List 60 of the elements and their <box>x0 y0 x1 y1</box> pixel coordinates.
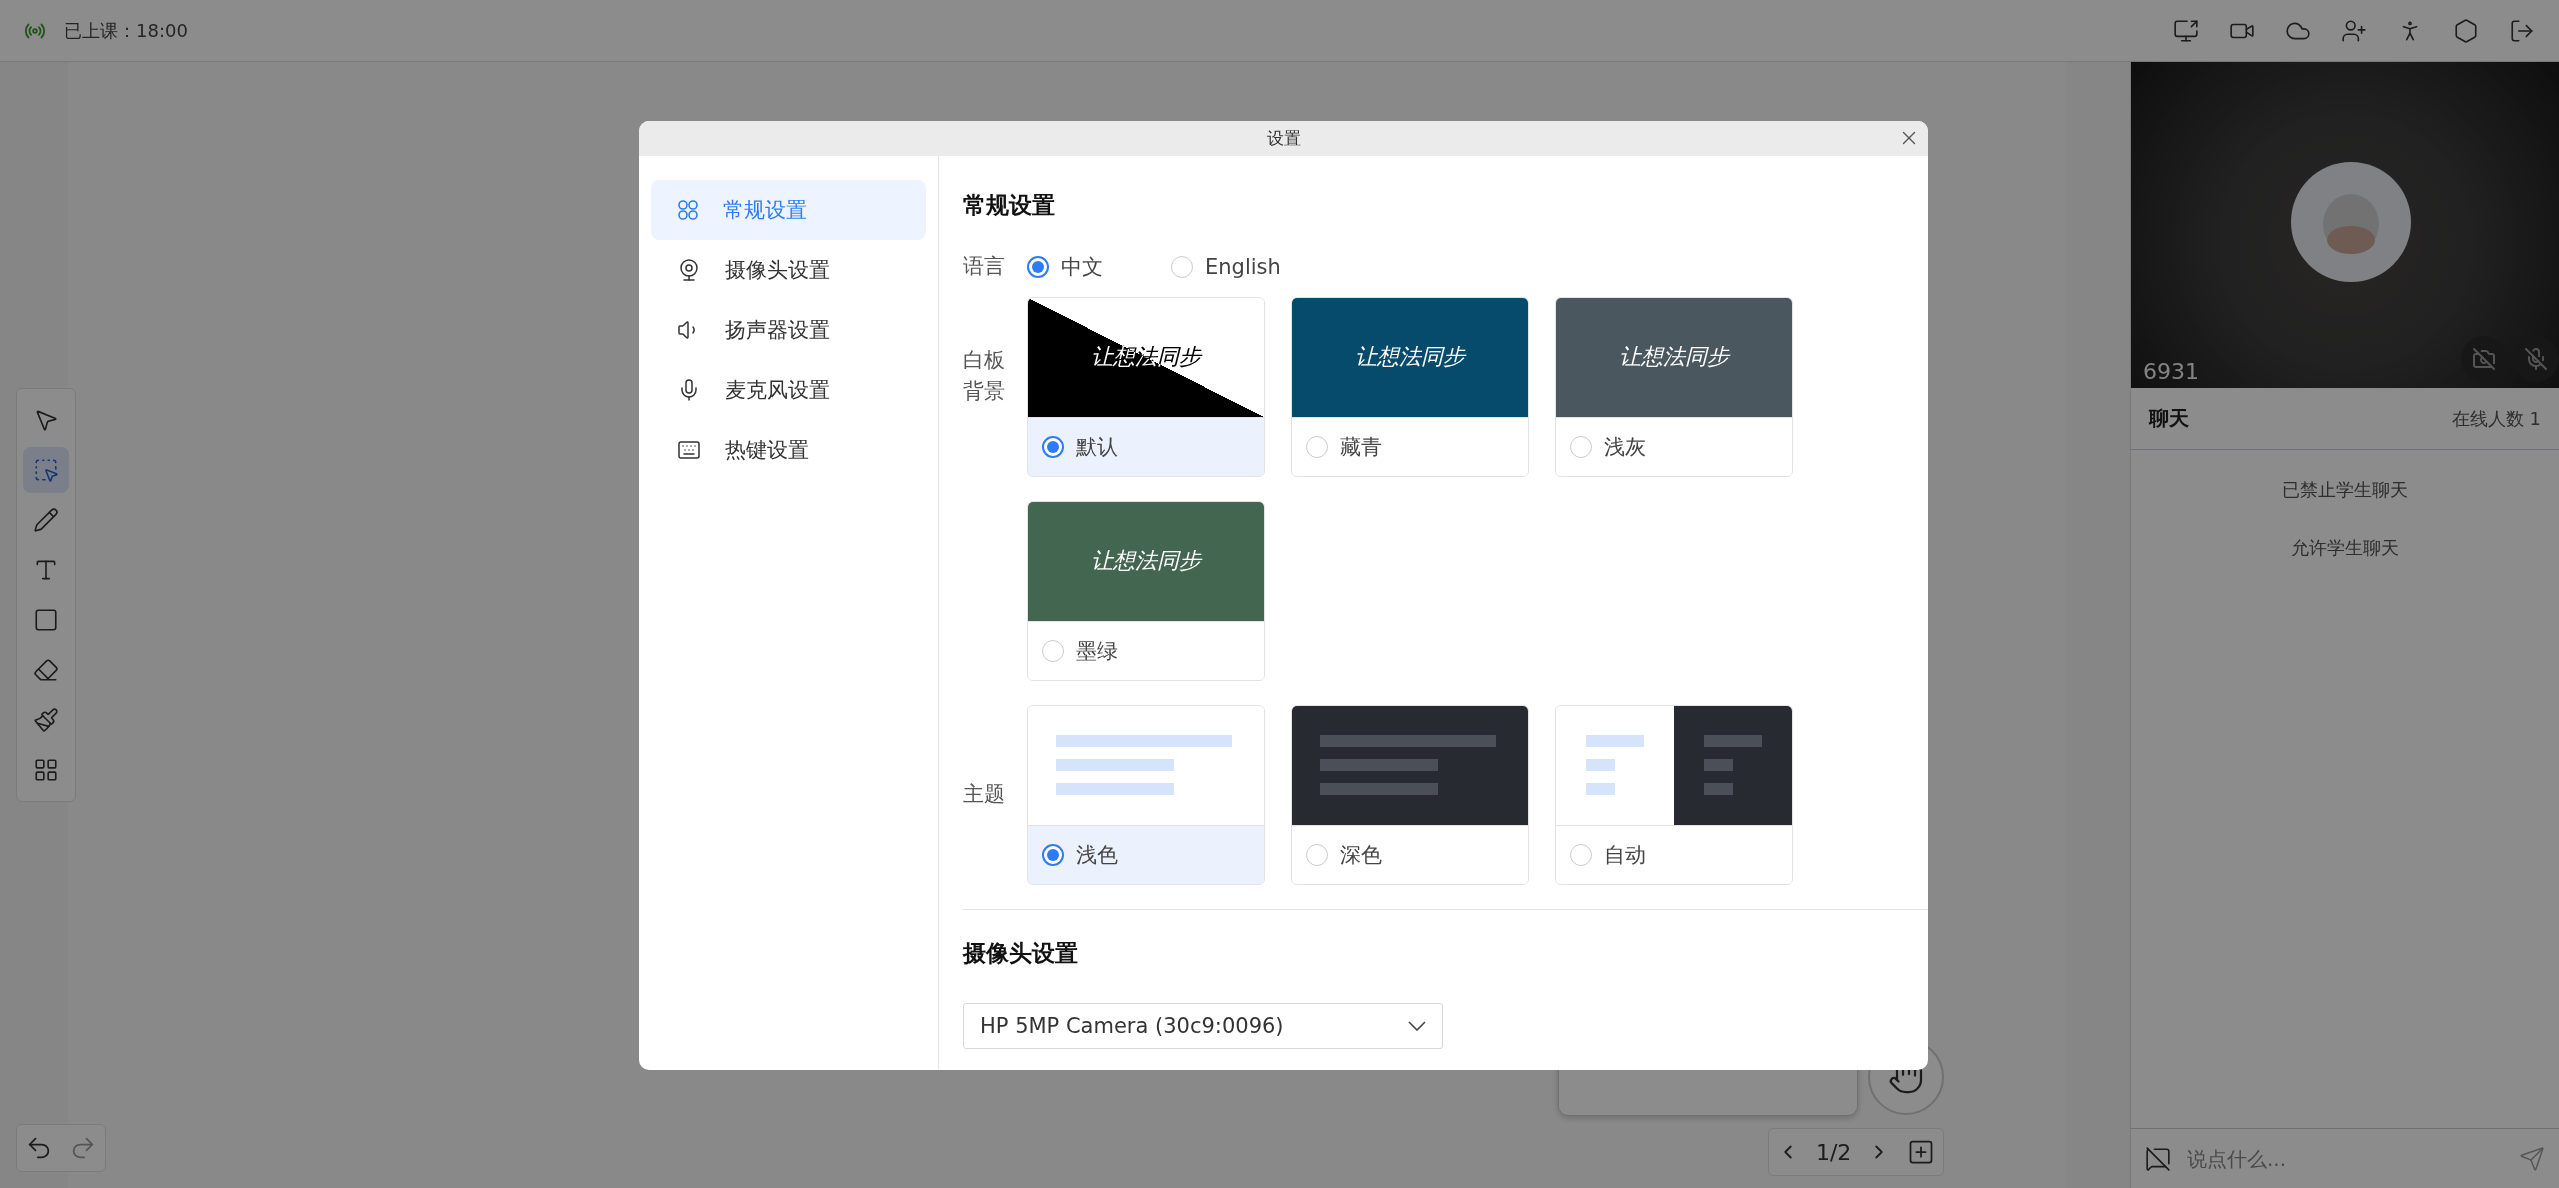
chat-title: 聊天 <box>2149 405 2189 432</box>
settings-nav-item[interactable]: 扬声器设置 <box>651 300 926 360</box>
option-label: 自动 <box>1604 841 1646 869</box>
radio-button[interactable] <box>1570 843 1592 866</box>
option-label: 默认 <box>1076 433 1118 461</box>
theme-option-card[interactable]: 自动 <box>1555 704 1793 885</box>
background-option-card[interactable]: 让想法同步 墨绿 <box>1027 500 1265 681</box>
class-status: 已上课：18:00 <box>64 18 188 43</box>
system-message: 允许学生聊天 <box>2291 536 2399 560</box>
field-label: 主题 <box>963 780 1005 808</box>
chat-input[interactable]: 说点什么... <box>2185 1145 2505 1172</box>
preview-text: 让想法同步 <box>1091 343 1201 371</box>
radio-button[interactable] <box>1171 255 1193 278</box>
camera-select[interactable]: HP 5MP Camera (30c9:0096) <box>963 1002 1443 1049</box>
option-label: 深色 <box>1340 841 1382 869</box>
preview-text: 让想法同步 <box>1619 343 1729 371</box>
theme-option-card[interactable]: 浅色 <box>1027 704 1265 885</box>
settings-nav-item[interactable]: 热键设置 <box>651 420 926 480</box>
background-option-card[interactable]: 让想法同步 默认 <box>1027 296 1265 477</box>
chat-off-icon[interactable] <box>2145 1145 2171 1172</box>
chevron-down-icon <box>1408 1020 1426 1031</box>
radio-button[interactable] <box>1042 435 1064 458</box>
avatar-icon <box>2291 162 2411 282</box>
option-label: 墨绿 <box>1076 637 1118 665</box>
field-label: 白板背景 <box>963 346 1005 405</box>
add-user-icon[interactable] <box>2341 17 2367 44</box>
keyboard-icon <box>677 438 701 462</box>
preview-text: 让想法同步 <box>1355 343 1465 371</box>
webcam-icon <box>677 258 701 282</box>
radio-button[interactable] <box>1570 435 1592 458</box>
preview-text: 让想法同步 <box>1091 547 1201 575</box>
radio-button[interactable] <box>1042 639 1064 662</box>
option-label: English <box>1205 254 1281 279</box>
section-heading: 常规设置 <box>963 191 1056 220</box>
settings-icon[interactable] <box>2453 17 2479 44</box>
system-message: 已禁止学生聊天 <box>2282 478 2408 502</box>
selection-icon[interactable] <box>23 447 69 493</box>
section-heading: 摄像头设置 <box>963 938 1079 968</box>
radio-button[interactable] <box>1042 843 1064 866</box>
participant-name: 6931 <box>2143 359 2199 384</box>
option-label: 藏青 <box>1340 433 1382 461</box>
logout-icon[interactable] <box>2509 17 2535 44</box>
radio-button[interactable] <box>1027 255 1049 278</box>
settings-nav-item[interactable]: 常规设置 <box>651 180 926 240</box>
screen-share-icon[interactable] <box>2173 17 2199 44</box>
dialog-title: 设置 <box>1266 127 1301 150</box>
settings-nav-item[interactable]: 摄像头设置 <box>651 240 926 300</box>
radio-button[interactable] <box>1306 435 1328 458</box>
background-option-card[interactable]: 让想法同步 藏青 <box>1291 296 1529 477</box>
field-label: 语言 <box>963 253 1005 280</box>
theme-option-card[interactable]: 深色 <box>1291 704 1529 885</box>
option-label: 浅色 <box>1076 841 1118 869</box>
option-label: 浅灰 <box>1604 433 1646 461</box>
four-circles-icon <box>677 199 699 221</box>
radio-button[interactable] <box>1306 843 1328 866</box>
background-option-card[interactable]: 让想法同步 浅灰 <box>1555 296 1793 477</box>
online-count: 在线人数 1 <box>2451 406 2541 431</box>
option-label: 中文 <box>1061 253 1103 281</box>
settings-nav-item[interactable]: 麦克风设置 <box>651 360 926 420</box>
page-number: 1/2 <box>1815 1139 1852 1165</box>
